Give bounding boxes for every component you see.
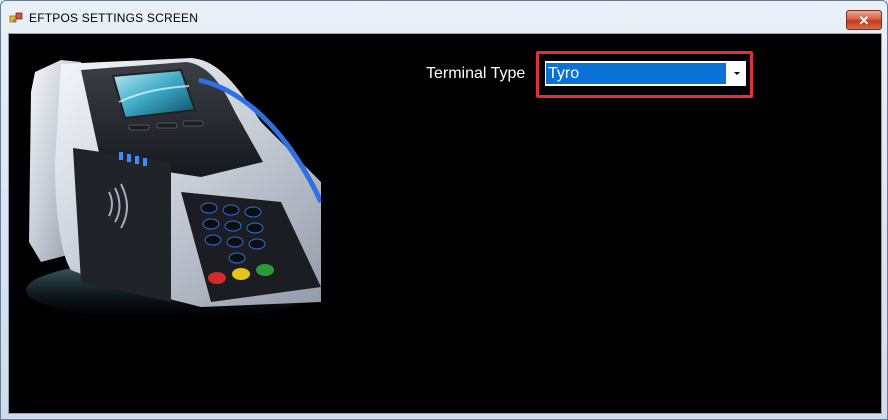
client-area: Terminal Type Tyro xyxy=(8,33,882,414)
terminal-type-selected-value: Tyro xyxy=(546,63,726,84)
eftpos-terminal-image xyxy=(21,52,321,314)
window-title: EFTPOS SETTINGS SCREEN xyxy=(29,11,199,25)
app-icon xyxy=(9,12,23,23)
close-button[interactable]: ✕ xyxy=(846,10,882,30)
close-icon: ✕ xyxy=(858,12,870,28)
terminal-type-select[interactable]: Tyro xyxy=(545,61,746,86)
chevron-down-icon[interactable] xyxy=(729,63,744,84)
title-bar[interactable]: EFTPOS SETTINGS SCREEN ✕ xyxy=(1,1,887,34)
app-window: EFTPOS SETTINGS SCREEN ✕ Terminal Type T… xyxy=(0,0,888,420)
terminal-type-label: Terminal Type xyxy=(426,65,526,82)
